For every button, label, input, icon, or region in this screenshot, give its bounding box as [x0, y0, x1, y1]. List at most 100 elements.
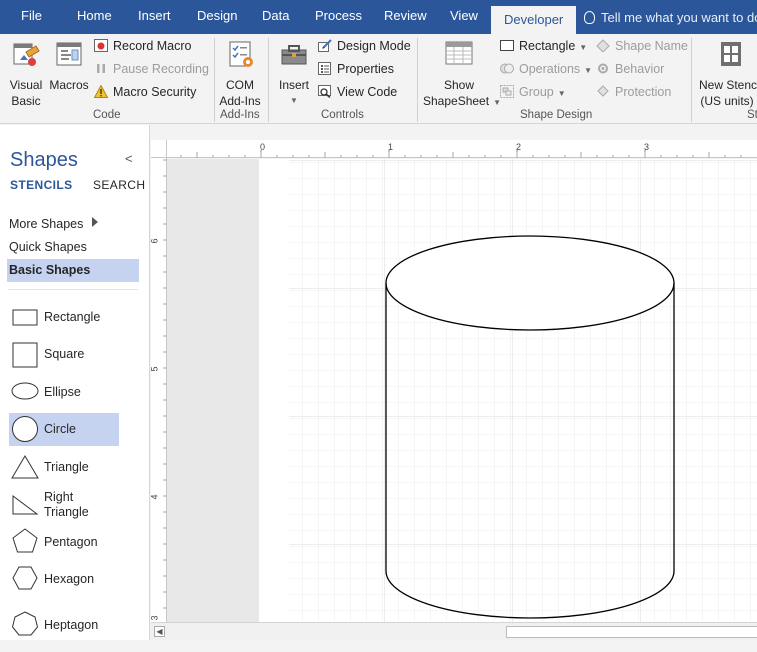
scrollbar-thumb[interactable]: [506, 626, 757, 638]
ruler-label: 3: [149, 615, 160, 621]
view-code-label: View Code: [337, 85, 398, 99]
rectangle-button[interactable]: Rectangle ▼: [500, 37, 587, 55]
behavior-icon: [596, 62, 610, 75]
shapes-pane: Shapes < STENCILS SEARCH More Shapes Qui…: [0, 125, 150, 652]
visual-basic-label: Visual Basic: [9, 78, 43, 108]
insert-control-button[interactable]: Insert ▼: [274, 38, 314, 109]
view-code-button[interactable]: View Code: [318, 83, 397, 101]
macro-security-label: Macro Security: [113, 85, 197, 99]
stencil-item-label: Pentagon: [44, 535, 98, 549]
ruler-label: 4: [149, 494, 160, 500]
scroll-left-icon[interactable]: ◀: [154, 626, 165, 637]
ruler-label: 6: [149, 238, 160, 244]
stencil-item-square[interactable]: Square: [9, 337, 119, 370]
chevron-down-icon: ▼: [579, 43, 588, 52]
toolbox-icon: [274, 38, 314, 74]
operations-button[interactable]: Operations ▼: [500, 60, 592, 78]
pentagon-icon: [12, 528, 38, 553]
protection-button[interactable]: Protection: [596, 83, 671, 101]
pause-icon: [94, 62, 108, 75]
page-grid: [289, 159, 757, 622]
tab-view[interactable]: View: [450, 8, 478, 28]
stencil-item-right-triangle[interactable]: Right Triangle: [9, 489, 119, 523]
show-shapesheet-label: Show ShapeSheet ▼: [423, 77, 501, 111]
visual-basic-icon: [6, 38, 46, 74]
stencil-item-label: Triangle: [44, 460, 89, 474]
ruler-corner: [151, 140, 167, 158]
tell-me-text: Tell me what you want to do...: [601, 10, 757, 25]
visual-basic-button[interactable]: Visual Basic: [6, 38, 46, 109]
macros-button[interactable]: Macros: [48, 38, 90, 93]
record-macro-label: Record Macro: [113, 39, 192, 53]
tab-insert[interactable]: Insert: [138, 8, 171, 28]
group-label-controls: Controls: [321, 109, 364, 121]
stencil-item-label: Square: [44, 347, 85, 361]
show-shapesheet-text: Show ShapeSheet: [423, 78, 490, 108]
behavior-button[interactable]: Behavior: [596, 60, 664, 78]
group-separator: [417, 38, 418, 122]
stencil-item-rectangle[interactable]: Rectangle: [9, 301, 119, 334]
shape-name-icon: [596, 39, 610, 53]
stencil-item-triangle[interactable]: Triangle: [9, 450, 119, 483]
record-macro-button[interactable]: Record Macro: [94, 37, 192, 55]
stencil-item-pentagon[interactable]: Pentagon: [9, 525, 119, 558]
ruler-label: 5: [149, 366, 160, 372]
horizontal-scrollbar[interactable]: ◀: [151, 622, 757, 640]
tab-developer[interactable]: Developer: [491, 6, 577, 34]
stencil-item-circle[interactable]: Circle: [9, 413, 119, 446]
stencil-item-ellipse[interactable]: Ellipse: [9, 375, 119, 408]
shape-name-label: Shape Name: [615, 39, 688, 53]
collapse-pane-icon[interactable]: <: [125, 151, 133, 166]
rectangle-label: Rectangle: [519, 39, 576, 53]
divider: [8, 289, 138, 290]
stencil-item-label: Rectangle: [44, 310, 101, 324]
tab-data[interactable]: Data: [262, 8, 289, 28]
show-shapesheet-button[interactable]: Show ShapeSheet ▼: [423, 38, 501, 111]
new-stencil-button[interactable]: New Stencil (US units): [697, 38, 757, 109]
nav-quick-shapes[interactable]: Quick Shapes: [9, 240, 87, 254]
chevron-right-icon[interactable]: [92, 217, 98, 227]
ribbon-developer: Visual Basic Macros Record Macro Pause R…: [0, 34, 757, 124]
group-icon: [500, 85, 514, 98]
com-addins-button[interactable]: COM Add-Ins: [218, 38, 262, 109]
tab-review[interactable]: Review: [384, 8, 427, 28]
stencil-item-label: Heptagon: [44, 618, 99, 632]
tab-design[interactable]: Design: [197, 8, 237, 28]
horizontal-ruler: 0 1 2 3: [151, 140, 757, 158]
warning-icon: [93, 84, 109, 98]
tab-stencils[interactable]: STENCILS: [10, 178, 73, 192]
group-label-stencil: St: [747, 109, 757, 121]
design-mode-label: Design Mode: [337, 39, 411, 53]
operations-label: Operations: [519, 62, 581, 76]
tab-home[interactable]: Home: [77, 8, 112, 28]
properties-button[interactable]: Properties: [318, 60, 394, 78]
tab-file[interactable]: File: [21, 8, 42, 28]
behavior-label: Behavior: [615, 62, 665, 76]
nav-basic-shapes[interactable]: Basic Shapes: [7, 259, 139, 282]
pause-recording-label: Pause Recording: [113, 62, 209, 76]
tab-search[interactable]: SEARCH: [93, 178, 145, 192]
shapes-pane-title: Shapes: [10, 149, 78, 171]
ribbon-tab-bar: File Home Insert Design Data Process Rev…: [0, 0, 757, 34]
stencil-item-hexagon[interactable]: Hexagon: [9, 562, 119, 595]
tab-process[interactable]: Process: [315, 8, 362, 28]
properties-label: Properties: [337, 62, 394, 76]
pause-recording-button[interactable]: Pause Recording: [94, 60, 209, 78]
macros-label: Macros: [49, 78, 89, 92]
view-code-icon: [318, 85, 332, 99]
group-button[interactable]: Group ▼: [500, 83, 566, 101]
macro-security-button[interactable]: Macro Security: [93, 83, 197, 101]
nav-more-shapes[interactable]: More Shapes: [9, 217, 83, 231]
tell-me-search[interactable]: Tell me what you want to do...: [584, 10, 757, 25]
stencil-item-heptagon[interactable]: Heptagon: [9, 608, 119, 641]
macros-icon: [48, 38, 90, 74]
chevron-down-icon: ▼: [584, 66, 593, 75]
lightbulb-icon: [584, 11, 595, 24]
drawing-page[interactable]: [259, 159, 757, 622]
com-addins-icon: [218, 38, 262, 74]
group-label-addins: Add-Ins: [220, 109, 260, 121]
operations-icon: [500, 62, 514, 75]
shape-name-button[interactable]: Shape Name: [596, 37, 688, 55]
right-triangle-icon: [12, 495, 39, 515]
design-mode-button[interactable]: Design Mode: [318, 37, 411, 55]
